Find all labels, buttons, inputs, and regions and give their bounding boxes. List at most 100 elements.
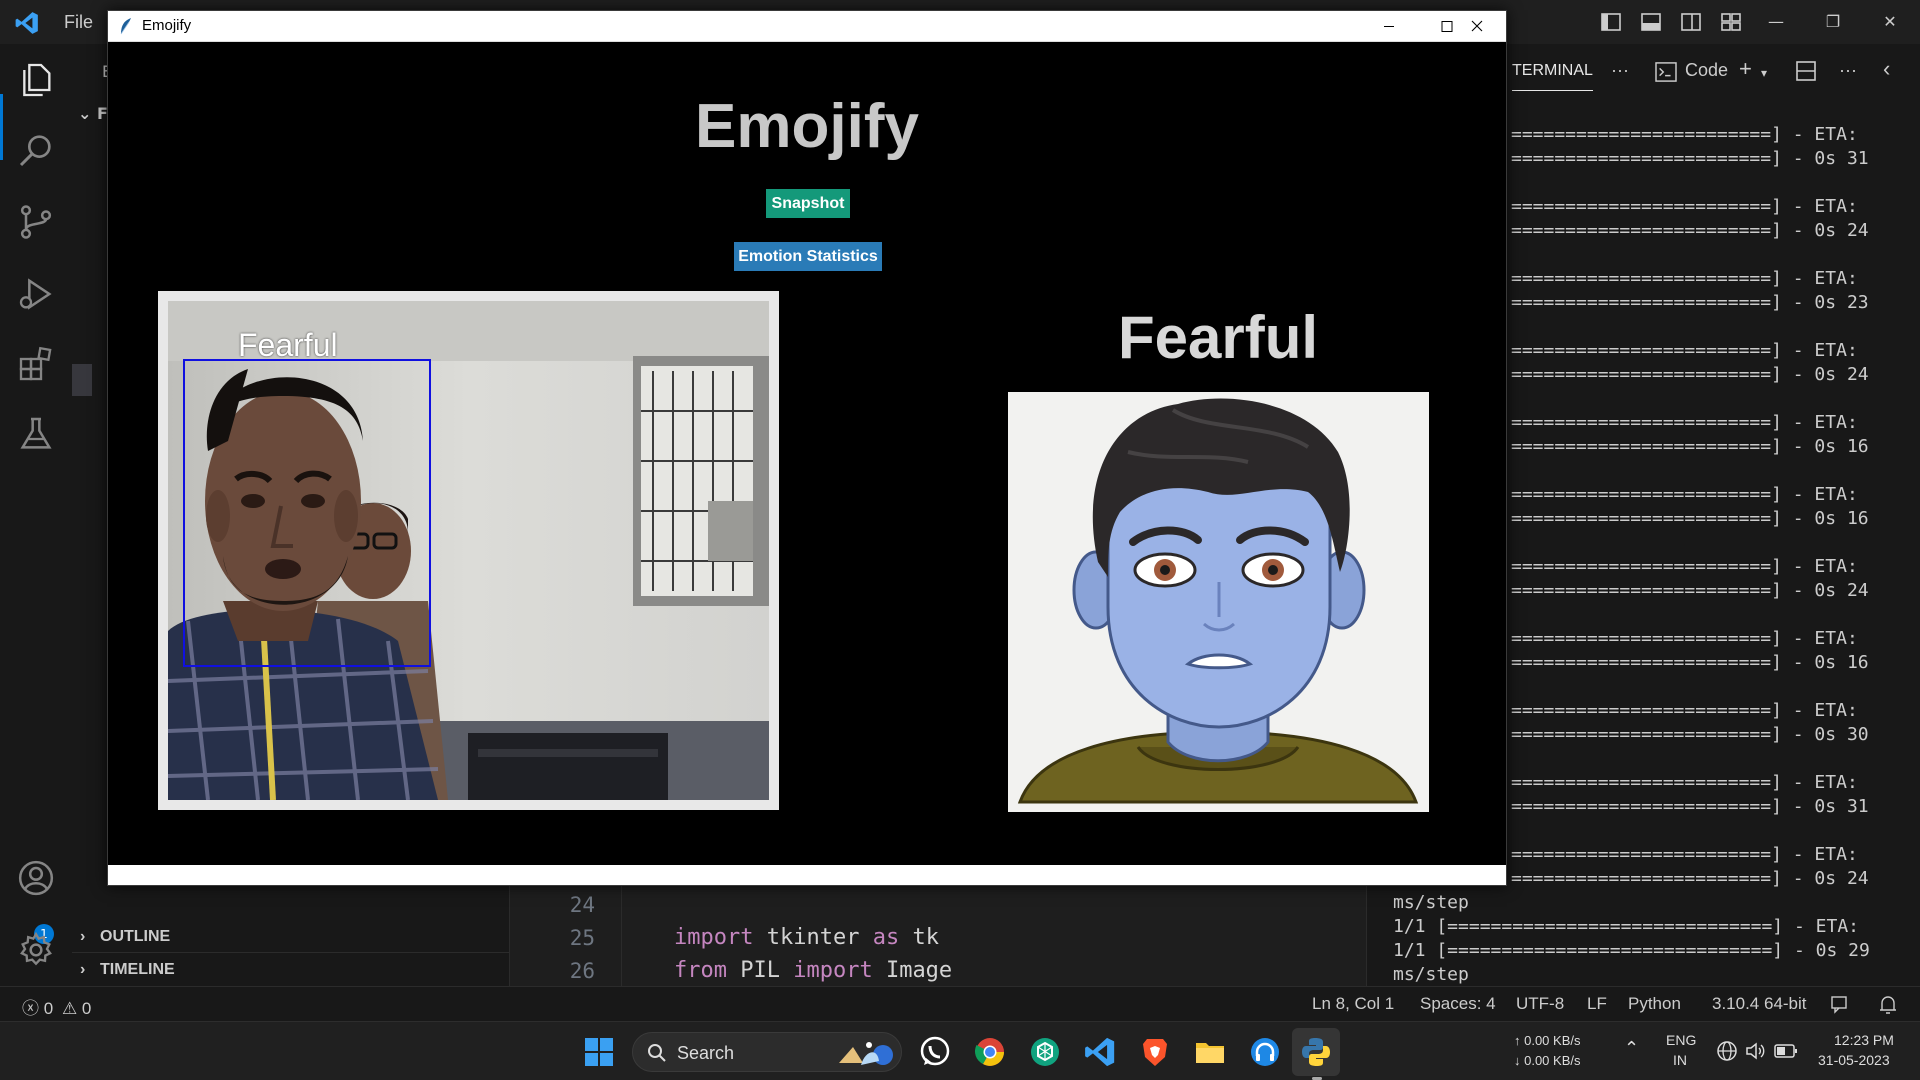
search-highlight-illustration-icon [839,1042,893,1065]
terminal-line: ========================] - 0s 16 [1511,508,1869,529]
explorer-icon[interactable] [16,60,56,100]
terminal-line: ========================] - ETA: [1511,412,1858,433]
language-mode[interactable]: Python [1628,994,1681,1014]
search-label: Search [677,1043,735,1063]
network-globe-icon[interactable] [1716,1040,1738,1062]
tab-terminal[interactable]: TERMINAL [1512,62,1593,91]
tk-feather-icon [120,18,131,35]
run-and-debug-icon[interactable] [16,274,56,314]
clock-date[interactable]: 31-05-2023 [1818,1052,1890,1068]
chrome-icon[interactable] [973,1035,1007,1069]
terminal-line: ms/step [1393,964,1469,985]
more-actions-icon[interactable]: ··· [1839,60,1857,81]
windows-start-icon[interactable] [582,1035,616,1069]
clock-time[interactable]: 12:23 PM [1834,1032,1894,1048]
encoding[interactable]: UTF-8 [1516,994,1564,1014]
testing-icon[interactable] [16,414,56,454]
chevron-down-icon[interactable]: ▾ [1761,66,1767,80]
manage-gear-icon[interactable] [16,930,56,970]
battery-icon[interactable] [1774,1042,1798,1060]
terminal-line: ========================] - 0s 31 [1511,796,1869,817]
taskbar-search[interactable]: Search [632,1032,902,1072]
error-icon: ⓧ [22,999,39,1018]
more-actions-icon[interactable]: ··· [1611,60,1629,81]
terminal-profile-icon [1655,62,1677,82]
terminal-line: ========================] - ETA: [1511,340,1858,361]
error-count: 0 [43,999,54,1018]
menu-file[interactable]: File [64,12,93,33]
terminal-line: ========================] - ETA: [1511,772,1858,793]
split-terminal-icon[interactable] [1795,60,1817,82]
code-line[interactable]: import tkinter as tk [674,925,939,950]
webcam-feed-image: Fearful [168,301,769,800]
status-bar: ⓧ 0 ⚠ 0 Ln 8, Col 1 Spaces: 4 UTF-8 LF P… [0,986,1920,1021]
terminal-line: ========================] - ETA: [1511,556,1858,577]
terminal-line: ========================] - ETA: [1511,628,1858,649]
emojify-window: Emojify Emojify Snapshot Emotion Statist… [107,10,1507,886]
python-interpreter[interactable]: 3.10.4 64-bit [1712,994,1807,1014]
code-keyword: import [674,925,754,950]
customize-layout-icon[interactable] [1718,10,1744,34]
indentation[interactable]: Spaces: 4 [1420,994,1496,1014]
toggle-secondary-sidebar-icon[interactable] [1678,10,1704,34]
emojify-titlebar[interactable]: Emojify [108,11,1506,42]
volume-icon[interactable] [1744,1040,1766,1062]
source-control-icon[interactable] [16,202,56,242]
vscode-minimize-button[interactable]: — [1756,8,1796,36]
terminal-line: ========================] - ETA: [1511,484,1858,505]
terminal-line: ========================] - ETA: [1511,700,1858,721]
terminal-profile-label[interactable]: Code [1685,60,1728,81]
chatgpt-app-icon[interactable] [1028,1035,1062,1069]
terminal-line: ========================] - ETA: [1511,268,1858,289]
vscode-taskbar-icon[interactable] [1083,1035,1117,1069]
cursor-position[interactable]: Ln 8, Col 1 [1312,994,1394,1014]
windows-taskbar: Search ↑ 0.00 KB/s ↓ 0.00 KB/s ⌃ ENG IN … [0,1021,1920,1080]
folder-section[interactable]: ⌄ F [78,104,108,123]
code-editor[interactable]: 24 25 26 import tkinter as tk from PIL i… [510,880,1340,986]
emojify-close-button[interactable] [1448,11,1506,42]
search-icon [648,1044,666,1062]
snapshot-button[interactable]: Snapshot [766,189,850,218]
outline-section[interactable]: › OUTLINE [80,928,170,946]
new-terminal-icon[interactable]: + [1739,56,1752,82]
end-of-line[interactable]: LF [1587,994,1607,1014]
problems-indicator[interactable]: ⓧ 0 ⚠ 0 [22,994,91,1019]
file-explorer-icon[interactable] [1193,1035,1227,1069]
timeline-section[interactable]: › TIMELINE [80,961,175,979]
line-number: 25 [569,926,595,950]
headphones-app-icon[interactable] [1248,1035,1282,1069]
emotion-statistics-button[interactable]: Emotion Statistics [734,242,882,271]
code-line[interactable]: from PIL import Image [674,958,952,983]
search-icon[interactable] [16,130,56,170]
line-number: 24 [569,893,595,917]
toggle-panel-icon[interactable] [1638,10,1664,34]
toggle-primary-sidebar-icon[interactable] [1598,10,1624,34]
vscode-close-button[interactable]: ✕ [1870,8,1910,36]
feedback-icon[interactable] [1830,995,1850,1015]
webcam-frame: Fearful [158,291,779,810]
vscode-maximize-button[interactable]: ❐ [1813,8,1853,36]
emojify-window-title: Emojify [142,17,192,34]
brave-browser-icon[interactable] [1138,1035,1172,1069]
accounts-icon[interactable] [16,858,56,898]
terminal-line: ms/step [1393,892,1469,913]
code-keyword: import [793,958,873,983]
whatsapp-icon[interactable] [918,1035,952,1069]
line-number-gutter: 24 25 26 [510,880,622,986]
emojify-minimize-button[interactable] [1360,11,1418,42]
chevron-right-icon: › [80,961,86,978]
terminal-line: ========================] - 0s 16 [1511,436,1869,457]
input-region[interactable]: IN [1673,1052,1687,1068]
terminal-line: ========================] - ETA: [1511,124,1858,145]
detected-emotion-label: Fearful [1117,304,1319,371]
input-language[interactable]: ENG [1666,1032,1696,1048]
extensions-icon[interactable] [16,344,56,384]
python-icon[interactable] [1299,1035,1333,1069]
code-keyword: from [674,958,727,983]
notifications-bell-icon[interactable] [1878,994,1898,1016]
terminal-line: ========================] - 0s 30 [1511,724,1869,745]
chevron-up-icon[interactable]: ⌃ [1624,1038,1639,1059]
chevron-left-icon[interactable]: ‹ [1883,56,1890,82]
terminal-line: ========================] - 0s 24 [1511,220,1869,241]
network-download-speed: ↓ 0.00 KB/s [1514,1053,1581,1068]
